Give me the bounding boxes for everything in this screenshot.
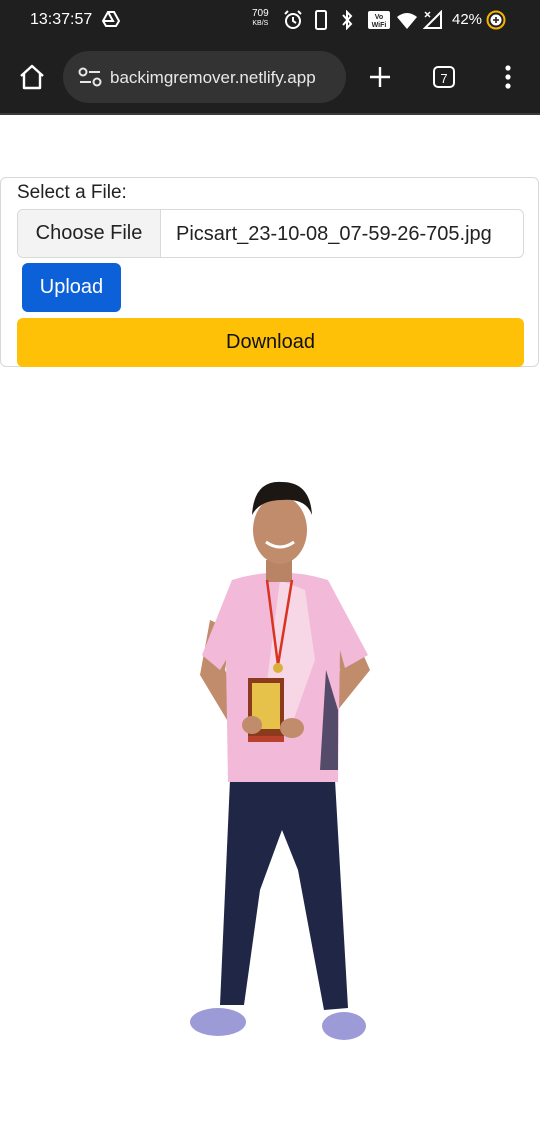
svg-text:Vo: Vo — [375, 14, 383, 21]
wifi-icon — [397, 13, 417, 29]
file-input[interactable]: Choose File Picsart_23-10-08_07-59-26-70… — [17, 209, 524, 258]
new-tab-icon[interactable] — [368, 65, 392, 89]
svg-text:WiFi: WiFi — [372, 22, 387, 29]
selected-file-name: Picsart_23-10-08_07-59-26-705.jpg — [176, 223, 492, 245]
jeans — [220, 780, 348, 1010]
site-settings-icon[interactable] — [78, 67, 102, 87]
phone-icon — [315, 10, 327, 30]
choose-file-button[interactable]: Choose File — [18, 210, 161, 257]
download-button[interactable]: Download — [17, 318, 524, 367]
signal-icon — [423, 10, 442, 29]
volte-wifi-icon: Vo WiFi — [368, 11, 390, 29]
net-speed-value: 709 — [252, 8, 269, 19]
home-icon[interactable] — [18, 64, 46, 90]
left-shoe — [190, 1008, 246, 1036]
right-shoe — [322, 1012, 366, 1040]
net-speed: 709 KB/S — [252, 9, 269, 29]
alarm-icon — [284, 10, 302, 29]
battery-percent: 42% — [452, 11, 483, 28]
browser-toolbar: backimgremover.netlify.app 7 — [0, 40, 540, 115]
tabs-icon[interactable]: 7 — [433, 66, 455, 88]
upload-button[interactable]: Upload — [22, 263, 121, 312]
battery-saver-icon — [486, 10, 506, 30]
drive-icon — [102, 11, 120, 27]
status-time: 13:37:57 — [30, 11, 93, 28]
result-image — [190, 481, 370, 1040]
bluetooth-icon — [342, 10, 353, 30]
file-label: Select a File: — [17, 182, 127, 203]
menu-icon[interactable] — [502, 64, 514, 90]
url-text[interactable]: backimgremover.netlify.app — [110, 68, 316, 88]
status-bar: 13:37:57 709 KB/S Vo WiFi 42% — [0, 0, 540, 40]
net-speed-unit: KB/S — [252, 20, 269, 27]
head — [253, 496, 307, 564]
